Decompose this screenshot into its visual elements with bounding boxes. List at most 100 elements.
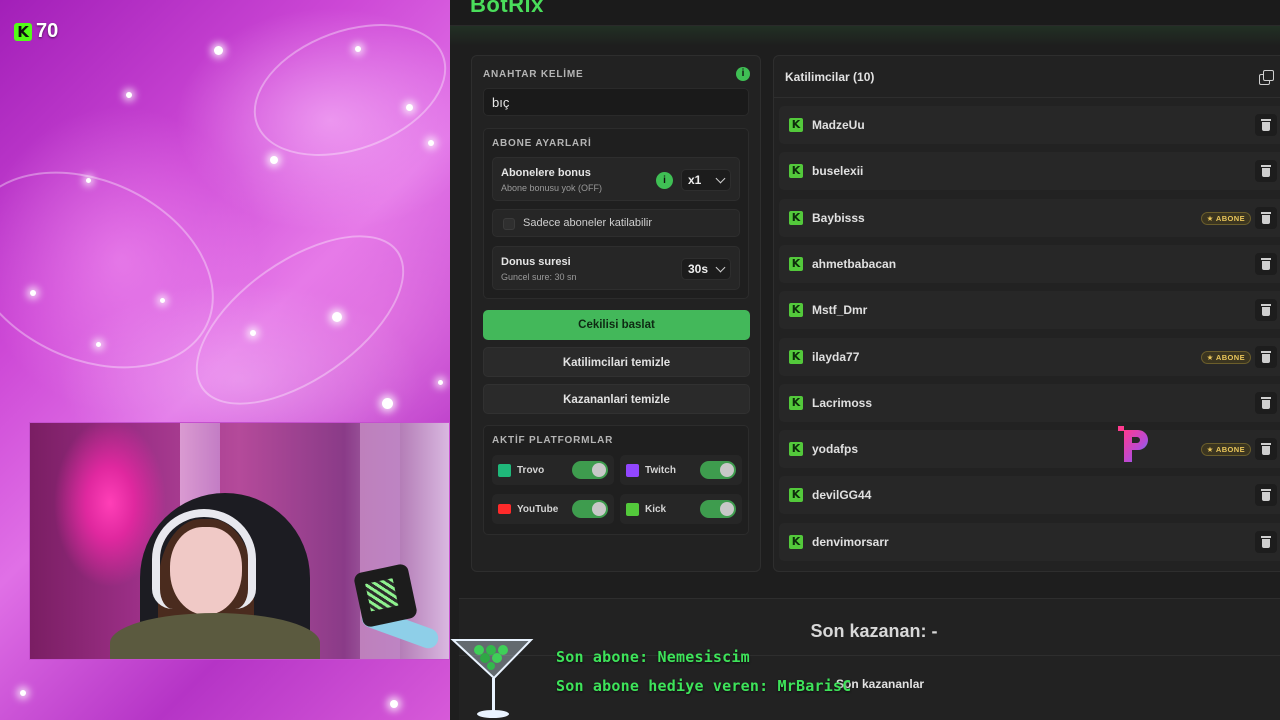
- spin-time-subtitle: Guncel sure: 30 sn: [501, 272, 577, 282]
- participants-header: Katilimcilar (10): [774, 56, 1280, 98]
- kick-icon: K: [789, 488, 803, 503]
- kick-viewer-badge: K 70: [14, 20, 58, 43]
- settings-card: ANAHTAR KELİME i ABONE AYARLARİ Aboneler…: [471, 55, 761, 572]
- sparkle: [332, 312, 342, 322]
- kick-icon: [626, 502, 639, 516]
- sparkle: [390, 700, 398, 708]
- kick-icon: K: [789, 256, 803, 271]
- subscriber-bonus-subtitle: Abone bonusu yok (OFF): [501, 183, 603, 193]
- spin-time-title: Donus suresi: [501, 256, 571, 268]
- platform-name: Trovo: [517, 464, 545, 476]
- info-icon[interactable]: i: [736, 67, 750, 81]
- subscriber-bonus-row: Abonelere bonus Abone bonusu yok (OFF) i…: [492, 157, 740, 201]
- platforms-label: AKTİF PLATFORMLAR: [492, 435, 614, 446]
- subscriber-badge: ★ ABONE: [1200, 443, 1251, 457]
- sparkle: [438, 380, 443, 385]
- trash-icon[interactable]: [1255, 438, 1277, 461]
- kick-toggle[interactable]: [700, 500, 736, 518]
- trash-icon[interactable]: [1255, 345, 1277, 368]
- participant-row: Kdenvimorsarr: [779, 522, 1280, 561]
- participant-row: Kyodafps ★ ABONE: [779, 430, 1280, 469]
- participants-title: Katilimcilar (10): [785, 70, 875, 84]
- trash-icon[interactable]: [1255, 530, 1277, 553]
- kick-icon: K: [789, 395, 803, 410]
- subscriber-badge: ★ ABONE: [1200, 350, 1251, 364]
- sparkle: [86, 178, 91, 183]
- twitch-toggle[interactable]: [700, 461, 736, 479]
- keyword-input[interactable]: [483, 88, 749, 116]
- smoke-wisp: [235, 0, 450, 181]
- trash-icon[interactable]: [1255, 299, 1277, 322]
- webcam-feed: [29, 422, 450, 660]
- subs-only-label: Sadece aboneler katilabilir: [523, 217, 653, 229]
- participant-name: ahmetbabacan: [812, 256, 897, 271]
- bonus-multiplier-value: x1: [688, 173, 702, 187]
- sparkle: [30, 290, 36, 296]
- kick-icon: K: [789, 118, 803, 132]
- chevron-down-icon: [715, 173, 726, 183]
- participant-row: K Mstf_Dmr: [779, 291, 1280, 330]
- last-sub-alert: Son abone: Nemesiscim: [556, 648, 750, 666]
- sparkle: [160, 298, 165, 303]
- trash-icon[interactable]: [1255, 206, 1277, 229]
- spin-time-value: 30s: [688, 262, 709, 276]
- p-logo-icon: [1118, 426, 1148, 462]
- kick-icon: K: [789, 164, 803, 179]
- spin-time-select[interactable]: 30s: [681, 258, 731, 280]
- trash-icon[interactable]: [1255, 114, 1277, 136]
- sparkle: [428, 140, 434, 146]
- platform-kick: Kick: [620, 494, 742, 524]
- platform-name: Kick: [645, 503, 667, 515]
- copy-icon[interactable]: [1259, 70, 1274, 85]
- kick-icon: K: [789, 210, 803, 225]
- bonus-info-icon[interactable]: i: [656, 172, 673, 189]
- subs-only-row[interactable]: Sadece aboneler katilabilir: [492, 209, 740, 237]
- subscriber-section-label: ABONE AYARLARİ: [492, 138, 592, 149]
- participant-name: Lacrimoss: [812, 395, 873, 410]
- trash-icon[interactable]: [1255, 484, 1277, 507]
- sparkle: [214, 46, 223, 55]
- participant-name: MadzeUu: [812, 118, 865, 132]
- trash-icon[interactable]: [1255, 391, 1277, 414]
- clear-participants-button[interactable]: Katilimcilari temizle: [483, 347, 750, 377]
- clear-winners-button[interactable]: Kazananlari temizle: [483, 384, 750, 414]
- trovo-toggle[interactable]: [572, 461, 608, 479]
- participant-name: yodafps: [812, 442, 859, 457]
- participant-name: devilGG44: [812, 488, 872, 503]
- sparkle: [270, 156, 278, 164]
- trash-icon[interactable]: [1255, 160, 1277, 183]
- subs-only-checkbox[interactable]: [503, 218, 515, 230]
- spin-time-row: Donus suresi Guncel sure: 30 sn 30s: [492, 246, 740, 290]
- youtube-toggle[interactable]: [572, 500, 608, 518]
- platform-name: YouTube: [517, 503, 559, 515]
- start-giveaway-button[interactable]: Cekilisi baslat: [483, 310, 750, 340]
- platform-youtube: YouTube: [492, 494, 614, 524]
- participant-name: Mstf_Dmr: [812, 303, 868, 318]
- participants-card: Katilimcilar (10) K MadzeUu Kbuselexii K Bay…: [773, 55, 1280, 572]
- app-title: BotRix: [470, 0, 544, 17]
- participant-row: K MadzeUu: [779, 106, 1280, 144]
- subscriber-badge: ★ ABONE: [1200, 211, 1251, 225]
- trovo-icon: [498, 463, 511, 477]
- active-platforms: AKTİF PLATFORMLAR Trovo Twitch YouTube K…: [483, 425, 749, 535]
- subscriber-bonus-title: Abonelere bonus: [501, 167, 591, 179]
- last-gifter-alert: Son abone hediye veren: MrBarisC: [556, 677, 852, 695]
- sparkle: [355, 46, 361, 52]
- participant-row: Kbuselexii: [779, 152, 1280, 191]
- cocktail-glass-icon: [450, 639, 534, 718]
- trash-icon[interactable]: [1255, 252, 1277, 275]
- stream-background: K 70: [0, 0, 450, 720]
- chevron-down-icon: [715, 262, 726, 272]
- kick-icon: K: [789, 349, 803, 364]
- bonus-multiplier-select[interactable]: x1: [681, 169, 731, 191]
- participant-row: K Baybisss ★ ABONE: [779, 198, 1280, 237]
- subscriber-settings: ABONE AYARLARİ Abonelere bonus Abone bon…: [483, 128, 749, 299]
- platform-name: Twitch: [645, 464, 676, 476]
- participant-row: Kilayda77 ★ ABONE: [779, 337, 1280, 376]
- last-winner: Son kazanan: -: [810, 621, 938, 641]
- keyword-label: ANAHTAR KELİME: [483, 69, 584, 80]
- participant-name: buselexii: [812, 164, 864, 179]
- twitch-icon: [626, 463, 639, 477]
- viewer-count: 70: [36, 20, 59, 42]
- sparkle: [382, 398, 393, 409]
